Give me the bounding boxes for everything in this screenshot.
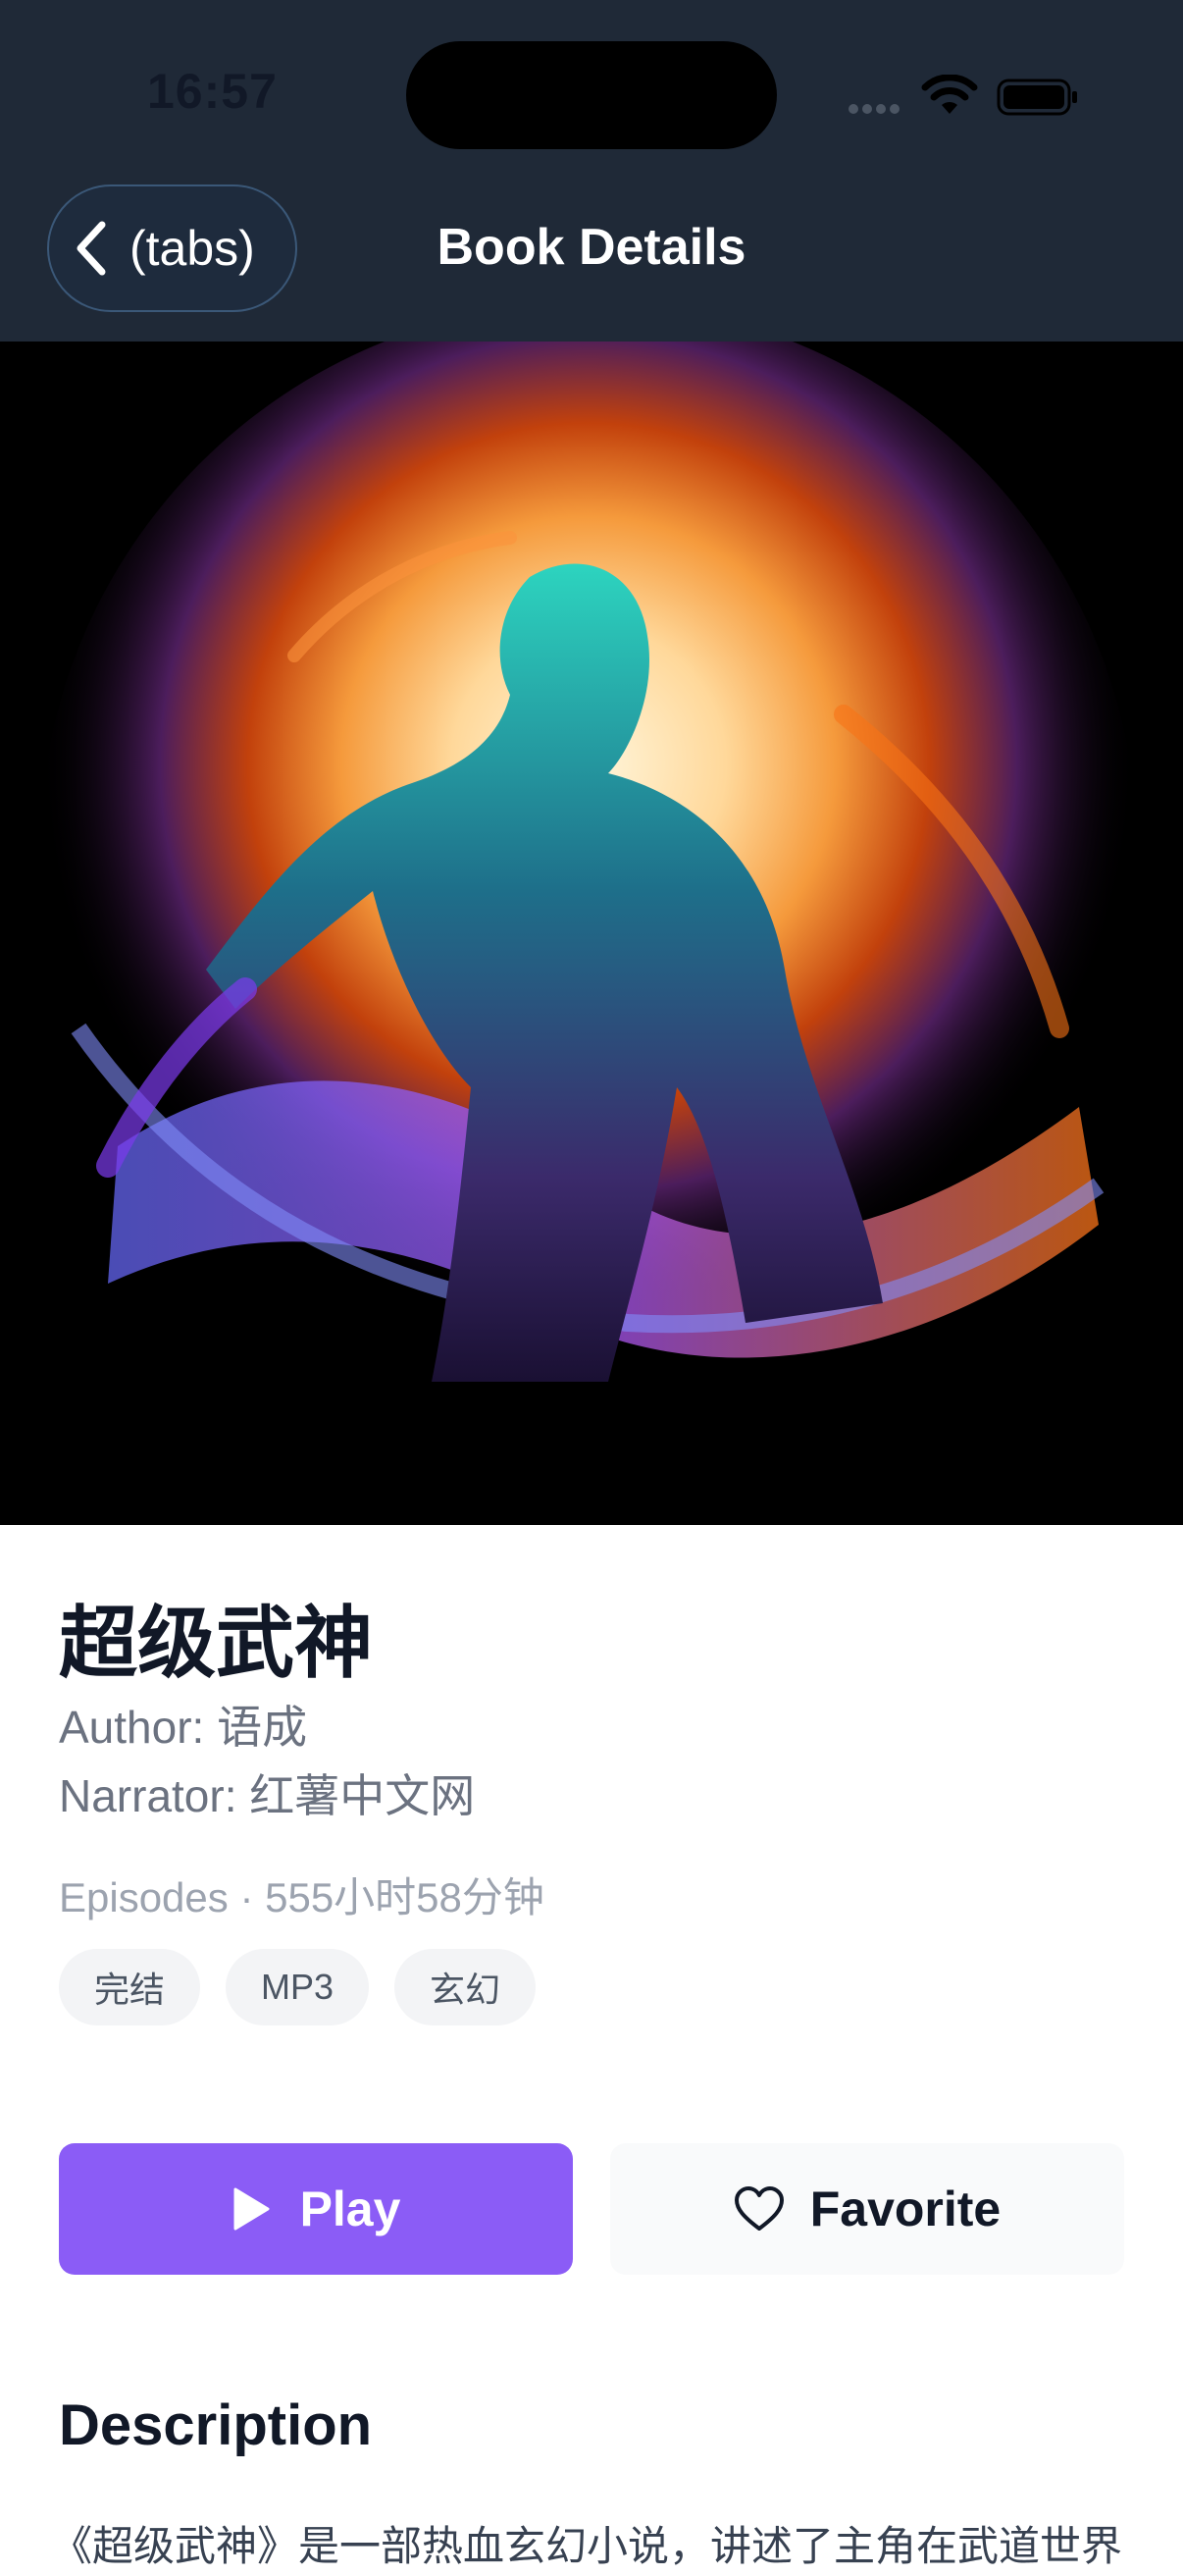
narrator-text: Narrator: 红薯中文网 — [59, 1770, 476, 1821]
tag-chip: 完结 — [59, 1949, 201, 2025]
author-text: Author: 语成 — [59, 1702, 308, 1753]
tag-chip: 玄幻 — [394, 1949, 537, 2025]
cover-artwork — [0, 342, 1183, 1525]
episodes-text: Episodes · 555小时58分钟 — [59, 1874, 544, 1920]
status-bar: 16:57 — [0, 0, 1183, 167]
book-title: 超级武神 — [59, 1600, 373, 1687]
navigation-bar: (tabs) Book Details — [0, 167, 1183, 342]
wifi-icon — [921, 75, 978, 114]
heart-icon — [734, 2186, 784, 2231]
book-cover-image — [0, 342, 1183, 1525]
play-label: Play — [299, 2182, 401, 2236]
dynamic-island — [406, 41, 777, 149]
play-icon — [233, 2187, 270, 2231]
favorite-label: Favorite — [809, 2182, 1002, 2236]
status-time: 16:57 — [147, 64, 278, 119]
play-button[interactable]: Play — [59, 2143, 573, 2275]
battery-icon — [997, 79, 1077, 116]
favorite-button[interactable]: Favorite — [610, 2143, 1124, 2275]
description-text: 《超级武神》是一部热血玄幻小说，讲述了主角在武道世界 — [51, 2523, 1123, 2569]
tag-list: 完结 MP3 玄幻 — [59, 1949, 537, 2025]
page-title: Book Details — [437, 219, 746, 276]
tag-chip: MP3 — [226, 1949, 370, 2025]
description-heading: Description — [59, 2393, 373, 2457]
